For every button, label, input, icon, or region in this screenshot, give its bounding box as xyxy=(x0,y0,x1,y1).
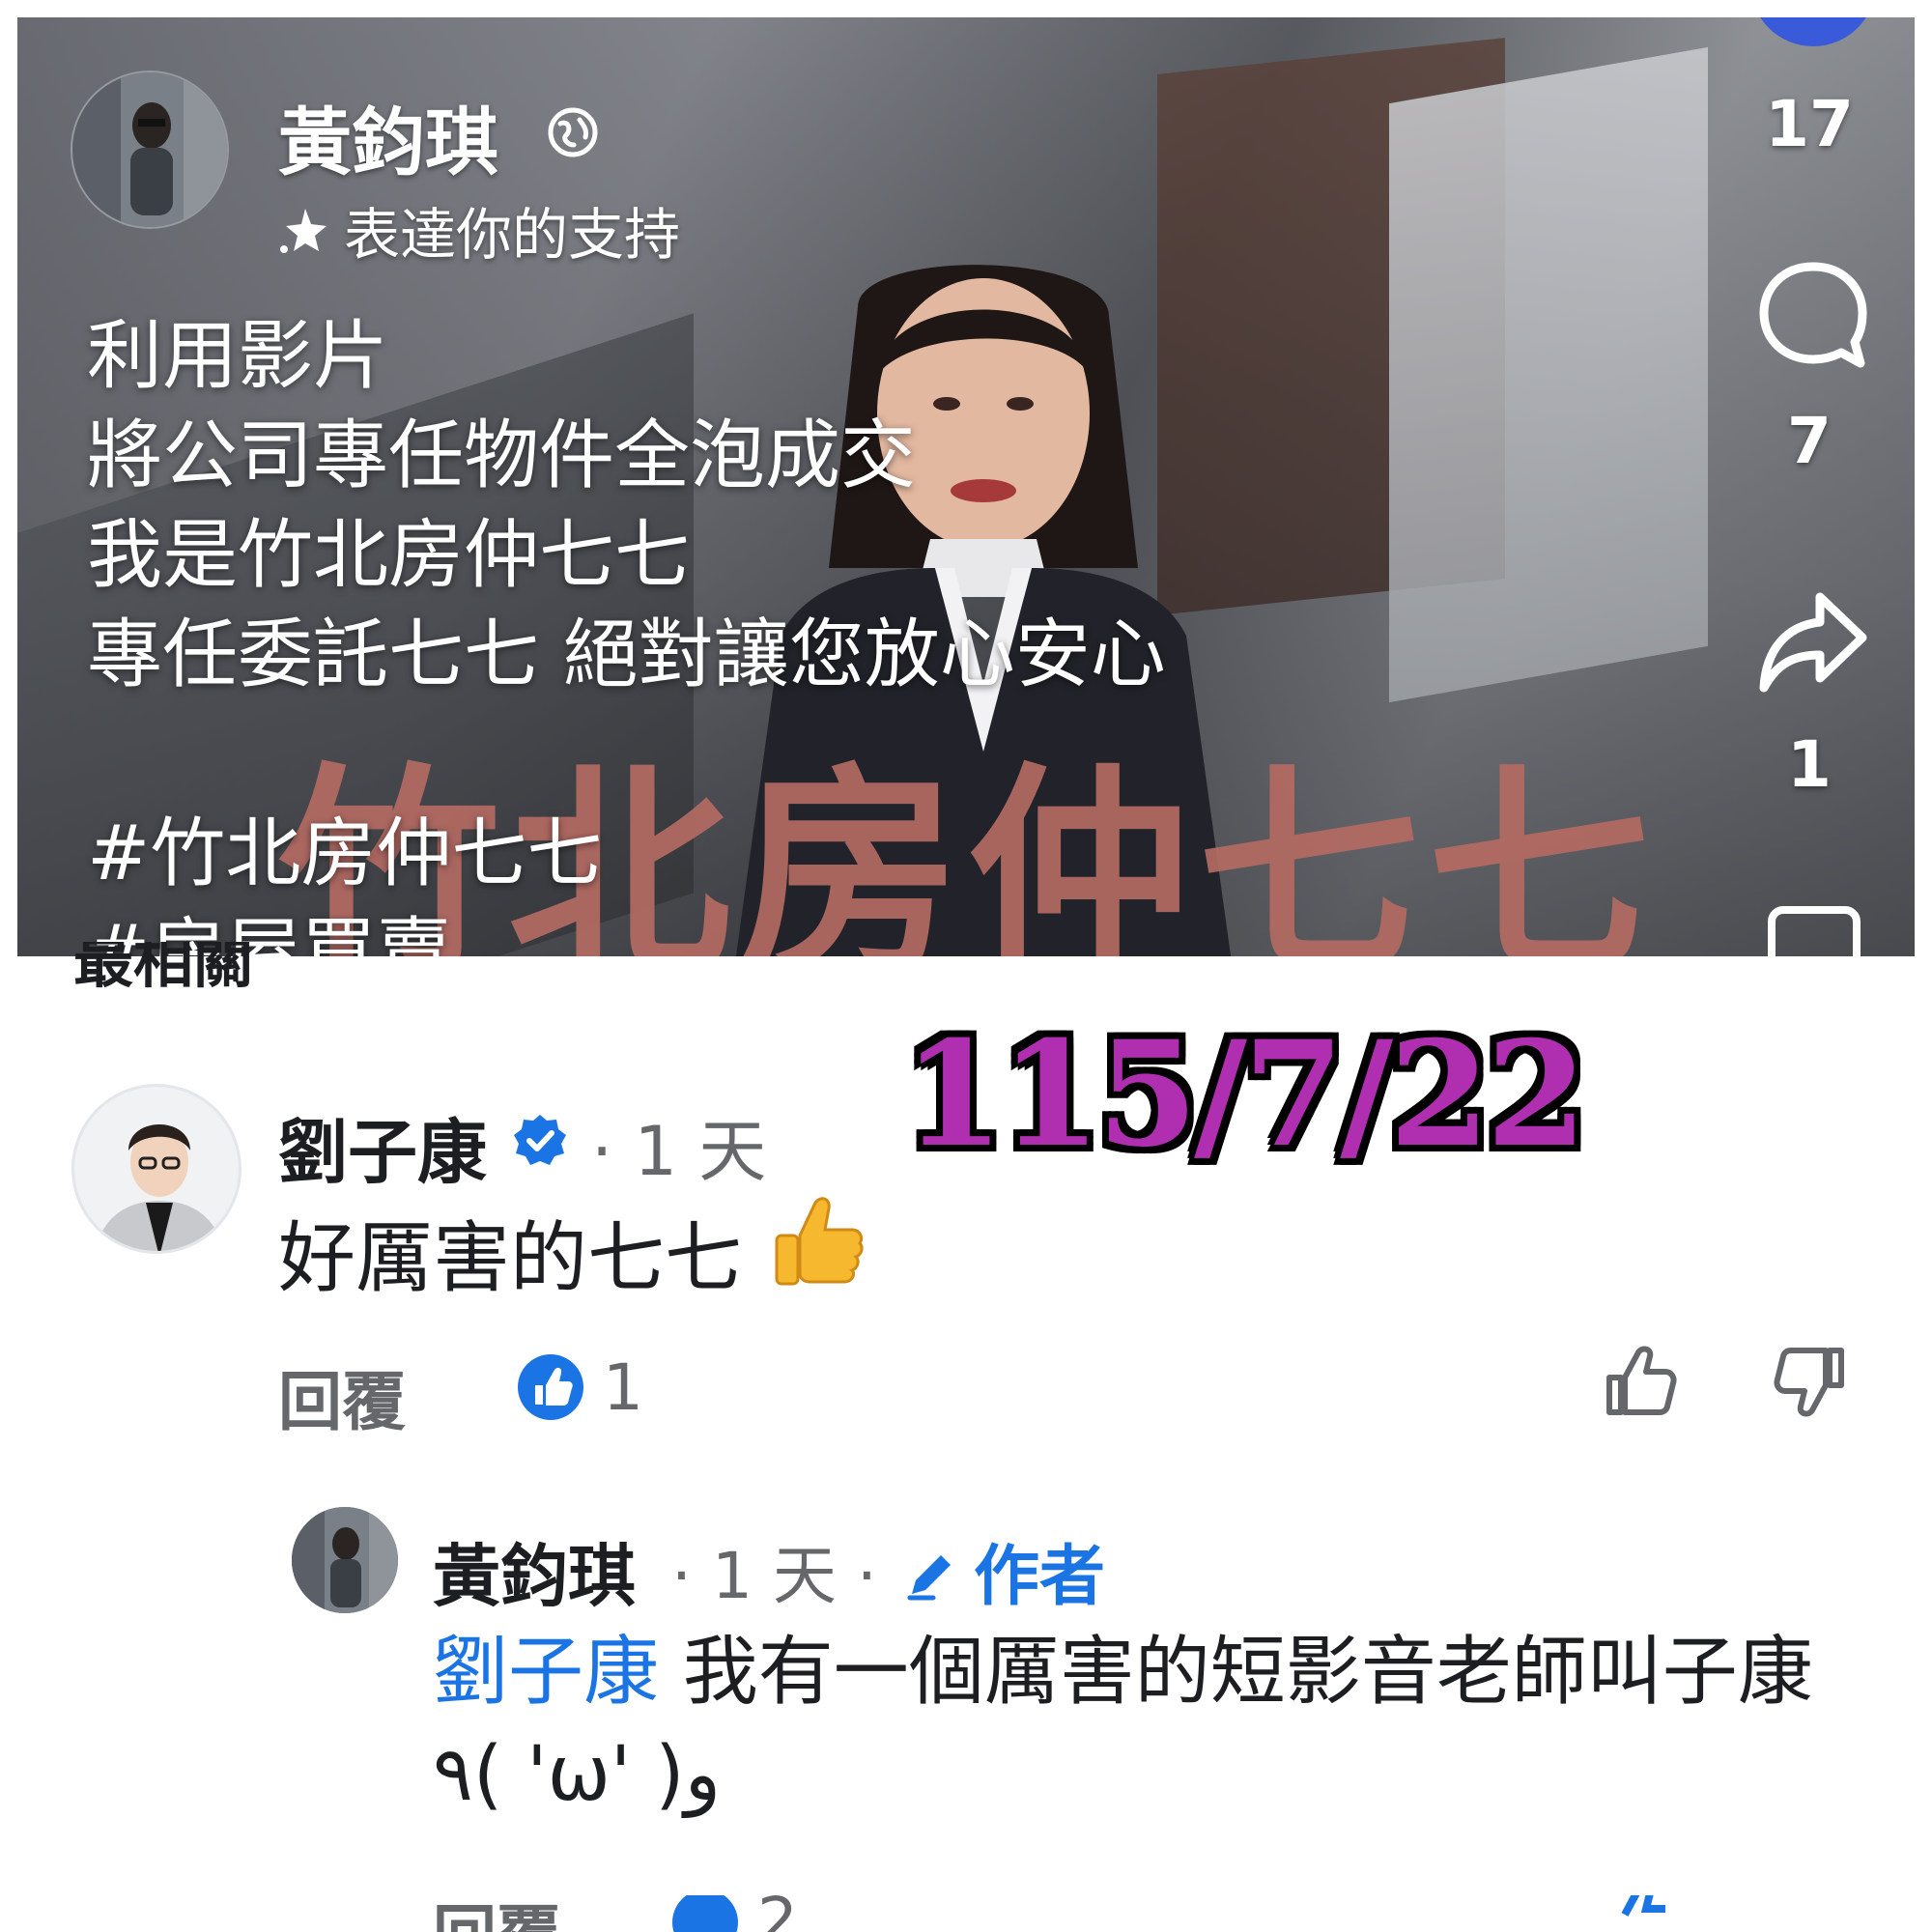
thumbs-up-emoji xyxy=(775,1197,864,1286)
caption-line xyxy=(87,705,1166,805)
action-rail: 17 7 1 xyxy=(1727,17,1891,956)
reply-like-count: 2 xyxy=(757,1895,798,1932)
thumbs-up-icon[interactable] xyxy=(1604,1345,1677,1418)
reply-author-avatar[interactable] xyxy=(292,1507,398,1613)
hashtag-link[interactable]: #竹北房仲七七 xyxy=(87,805,1166,904)
verified-badge-icon xyxy=(514,1115,566,1165)
caption-line: 將公司專任物件全泡成交 xyxy=(87,412,917,499)
reply-timestamp: · 1 天 · xyxy=(671,1539,877,1613)
thumbs-up-icon[interactable] xyxy=(1604,1895,1677,1932)
share-icon[interactable] xyxy=(1756,587,1870,701)
post-caption: 利用影片 將公司專任物件全泡成交 我是竹北房仲七七 專任委託七七 絕對讓您放心安… xyxy=(87,307,1166,956)
comment-like-count: 1 xyxy=(603,1350,643,1425)
reaction-button[interactable] xyxy=(1750,17,1876,46)
reply-button[interactable]: 回覆 xyxy=(433,1895,560,1932)
commenter-name[interactable]: 劉子康 xyxy=(278,1095,487,1197)
reply-button[interactable]: 回覆 xyxy=(278,1350,406,1443)
author-badge: 作者 xyxy=(974,1539,1106,1615)
comment-text: 好厲害的七七 xyxy=(278,1213,742,1303)
commenter-avatar[interactable] xyxy=(71,1084,242,1254)
reply-actions-row: 回覆 2 xyxy=(0,1895,1932,1932)
poster-name[interactable]: 黃鈞琪 xyxy=(278,83,498,189)
like-reaction-icon xyxy=(518,1354,583,1420)
sparkle-icon xyxy=(280,209,327,253)
reaction-count: 17 xyxy=(1765,87,1854,161)
caption-line: 我是竹北房仲七七 xyxy=(87,512,691,599)
comment-sort-dropdown[interactable]: 最相關 xyxy=(73,942,253,1011)
comment-count: 7 xyxy=(1787,404,1832,478)
reply-author-name[interactable]: 黃鈞琪 xyxy=(433,1522,636,1620)
like-reaction-icon xyxy=(672,1895,738,1932)
support-button[interactable]: 表達你的支持 xyxy=(276,189,680,270)
save-icon[interactable] xyxy=(1768,906,1861,956)
mention-link[interactable]: 劉子康 xyxy=(433,1629,659,1716)
thumbs-down-icon[interactable] xyxy=(1774,1345,1847,1418)
background-panel xyxy=(1389,46,1708,703)
reply-text: 劉子康 我有一個厲害的短影音老師叫子康٩( 'ω' )و xyxy=(433,1621,1833,1826)
pencil-icon xyxy=(907,1555,951,1601)
comment-timestamp: · 1 天 xyxy=(591,1112,767,1191)
caption-line: 利用影片 xyxy=(87,313,389,400)
poster-avatar[interactable] xyxy=(71,71,229,229)
support-label: 表達你的支持 xyxy=(344,202,681,268)
globe-icon xyxy=(548,107,598,157)
date-stamp: 115/7/22 xyxy=(903,1009,1587,1179)
thumbs-down-icon[interactable] xyxy=(1774,1895,1847,1932)
caption-line: 專任委託七七 絕對讓您放心安心 xyxy=(87,611,1166,698)
comment-icon[interactable] xyxy=(1756,259,1870,373)
video-player[interactable]: 竹北房仲七七 黃鈞琪 表達你的支持 利用影片 將公司專任物件全泡成交 我是竹北房… xyxy=(17,17,1915,956)
share-count: 1 xyxy=(1787,727,1832,802)
